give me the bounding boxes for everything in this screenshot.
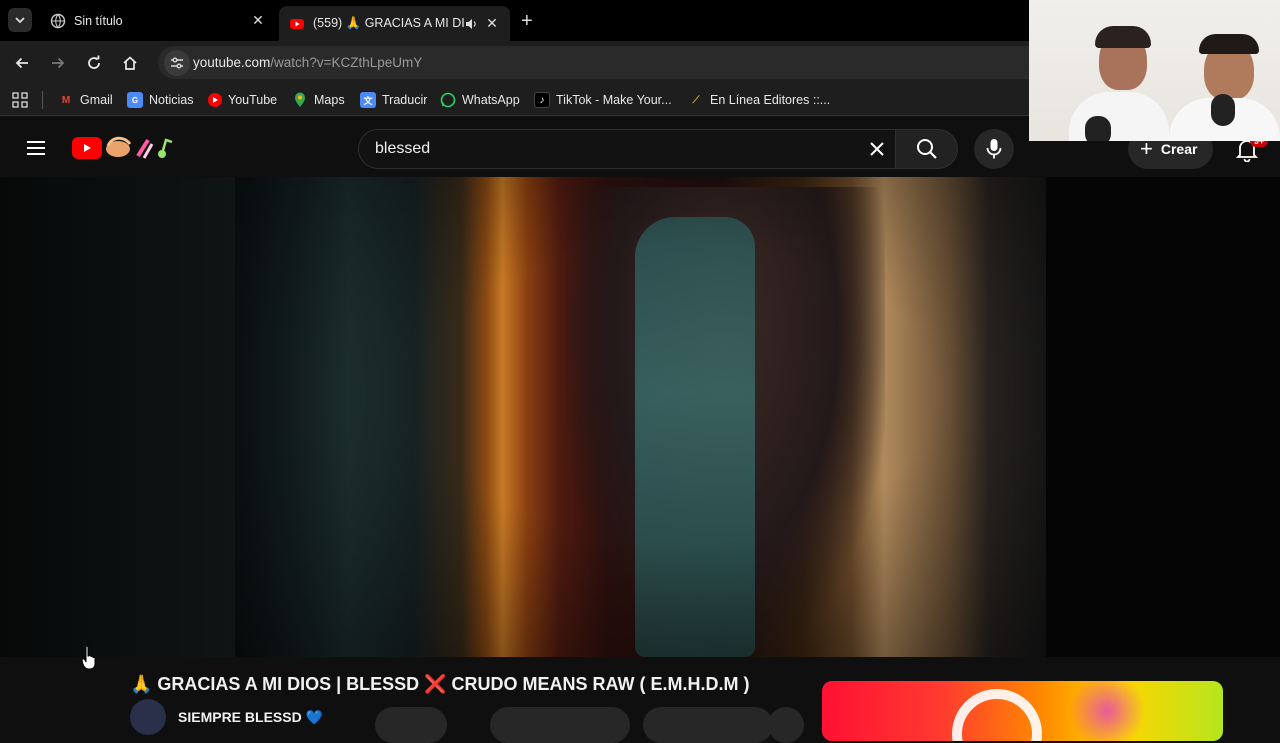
- arrow-left-icon: [15, 57, 28, 69]
- arrow-right-icon: [52, 57, 65, 69]
- hamburger-menu-icon[interactable]: [26, 140, 46, 156]
- bookmark-en-linea-editores[interactable]: ⟋ En Línea Editores ::...: [688, 84, 831, 116]
- editores-icon: ⟋: [692, 94, 700, 106]
- voice-search-button[interactable]: [974, 129, 1014, 169]
- tab-title: (559) 🙏 GRACIAS A MI DIOS: [313, 16, 464, 30]
- close-tab-icon[interactable]: ✕: [250, 12, 266, 29]
- webcam-person-right-hair: [1199, 34, 1259, 54]
- channel-name[interactable]: SIEMPRE BLESSD 💙: [178, 709, 323, 726]
- share-button[interactable]: [643, 707, 773, 743]
- whatsapp-icon: [440, 92, 456, 108]
- youtube-icon: [208, 93, 222, 107]
- bookmark-label: TikTok - Make Your...: [556, 93, 672, 107]
- webcam-microphone-left: [1085, 116, 1111, 141]
- bookmark-tiktok[interactable]: ♪ TikTok - Make Your...: [534, 84, 672, 116]
- video-vignette: [235, 177, 1046, 657]
- channel-avatar[interactable]: [130, 699, 166, 735]
- youtube-icon: [290, 18, 304, 29]
- bookmark-youtube[interactable]: YouTube: [208, 84, 277, 116]
- subscribe-button[interactable]: [375, 707, 447, 743]
- tab-title: Sin título: [74, 13, 123, 28]
- play-icon: [84, 144, 91, 152]
- url-host: youtube.com: [193, 55, 271, 70]
- news-icon: G: [127, 92, 143, 108]
- bookmark-label: Noticias: [149, 93, 194, 107]
- translate-icon: 文: [360, 92, 376, 108]
- tune-icon: [171, 57, 183, 69]
- bookmarks-divider: [42, 91, 43, 109]
- address-bar[interactable]: youtube.com/watch?v=KCZthLpeUmY: [158, 46, 1058, 79]
- bookmark-label: Traducir: [382, 93, 428, 107]
- search-icon: [916, 139, 937, 159]
- bookmark-whatsapp[interactable]: WhatsApp: [440, 84, 520, 116]
- tab-search-button[interactable]: [8, 8, 32, 32]
- bookmark-label: En Línea Editores ::...: [710, 93, 831, 107]
- bookmark-maps[interactable]: Maps: [292, 84, 345, 116]
- home-button[interactable]: [119, 52, 141, 74]
- video-frame[interactable]: [235, 177, 1046, 657]
- reload-icon: [88, 55, 100, 69]
- new-tab-icon[interactable]: +: [521, 10, 533, 33]
- url-text: youtube.com/watch?v=KCZthLpeUmY: [193, 55, 422, 70]
- url-path: /watch?v=KCZthLpeUmY: [270, 55, 423, 70]
- bookmark-gmail[interactable]: M Gmail: [58, 84, 113, 116]
- youtube-logo[interactable]: [72, 137, 102, 159]
- clear-search-icon[interactable]: [867, 139, 887, 159]
- speaker-icon[interactable]: [464, 17, 478, 31]
- video-letterbox-left: [0, 177, 235, 657]
- video-player[interactable]: [0, 177, 1280, 657]
- channel-row: SIEMPRE BLESSD 💙: [130, 699, 323, 735]
- video-info: 🙏 GRACIAS A MI DIOS | BLESSD ❌ CRUDO MEA…: [0, 657, 1280, 743]
- microphone-icon: [986, 139, 1002, 159]
- tab-youtube-video[interactable]: (559) 🙏 GRACIAS A MI DIOS ✕: [279, 6, 510, 41]
- bookmark-label: YouTube: [228, 93, 278, 107]
- doodle-logo[interactable]: [104, 134, 174, 164]
- site-info-button[interactable]: [164, 50, 190, 76]
- bookmark-label: Maps: [314, 93, 345, 107]
- forward-button[interactable]: [47, 52, 69, 74]
- promo-character-graphic: [1062, 681, 1152, 741]
- bookmark-traducir[interactable]: 文 Traducir: [360, 84, 427, 116]
- bookmark-label: Gmail: [80, 93, 113, 107]
- promo-banner[interactable]: [822, 681, 1223, 741]
- chevron-down-icon: [15, 17, 25, 24]
- search-input[interactable]: blessed: [375, 140, 430, 158]
- webcam-overlay: [1029, 0, 1280, 141]
- promo-ring-graphic: [952, 689, 1042, 741]
- back-button[interactable]: [11, 52, 33, 74]
- mouse-cursor-icon: [82, 646, 96, 670]
- video-title: 🙏 GRACIAS A MI DIOS | BLESSD ❌ CRUDO MEA…: [130, 674, 750, 694]
- tab-sin-titulo[interactable]: Sin título ✕: [40, 0, 276, 41]
- reload-button[interactable]: [83, 52, 105, 74]
- search-box[interactable]: blessed: [358, 129, 896, 169]
- close-tab-icon[interactable]: ✕: [484, 15, 500, 32]
- like-dislike-button[interactable]: [490, 707, 630, 743]
- home-icon: [123, 56, 137, 70]
- maps-pin-icon: [292, 92, 308, 108]
- bookmark-noticias[interactable]: G Noticias: [127, 84, 193, 116]
- apps-grid-icon[interactable]: [12, 92, 28, 108]
- webcam-person-left-hair: [1095, 26, 1151, 48]
- search-button[interactable]: [896, 129, 958, 169]
- gmail-icon: M: [61, 94, 71, 106]
- more-actions-button[interactable]: [768, 707, 804, 743]
- bookmark-label: WhatsApp: [462, 93, 520, 107]
- webcam-microphone-right: [1211, 94, 1235, 126]
- globe-icon: [50, 13, 66, 28]
- tiktok-icon: ♪: [534, 92, 550, 108]
- create-label: Crear: [1160, 141, 1198, 157]
- webcam-person-left-shirt: [1069, 92, 1169, 141]
